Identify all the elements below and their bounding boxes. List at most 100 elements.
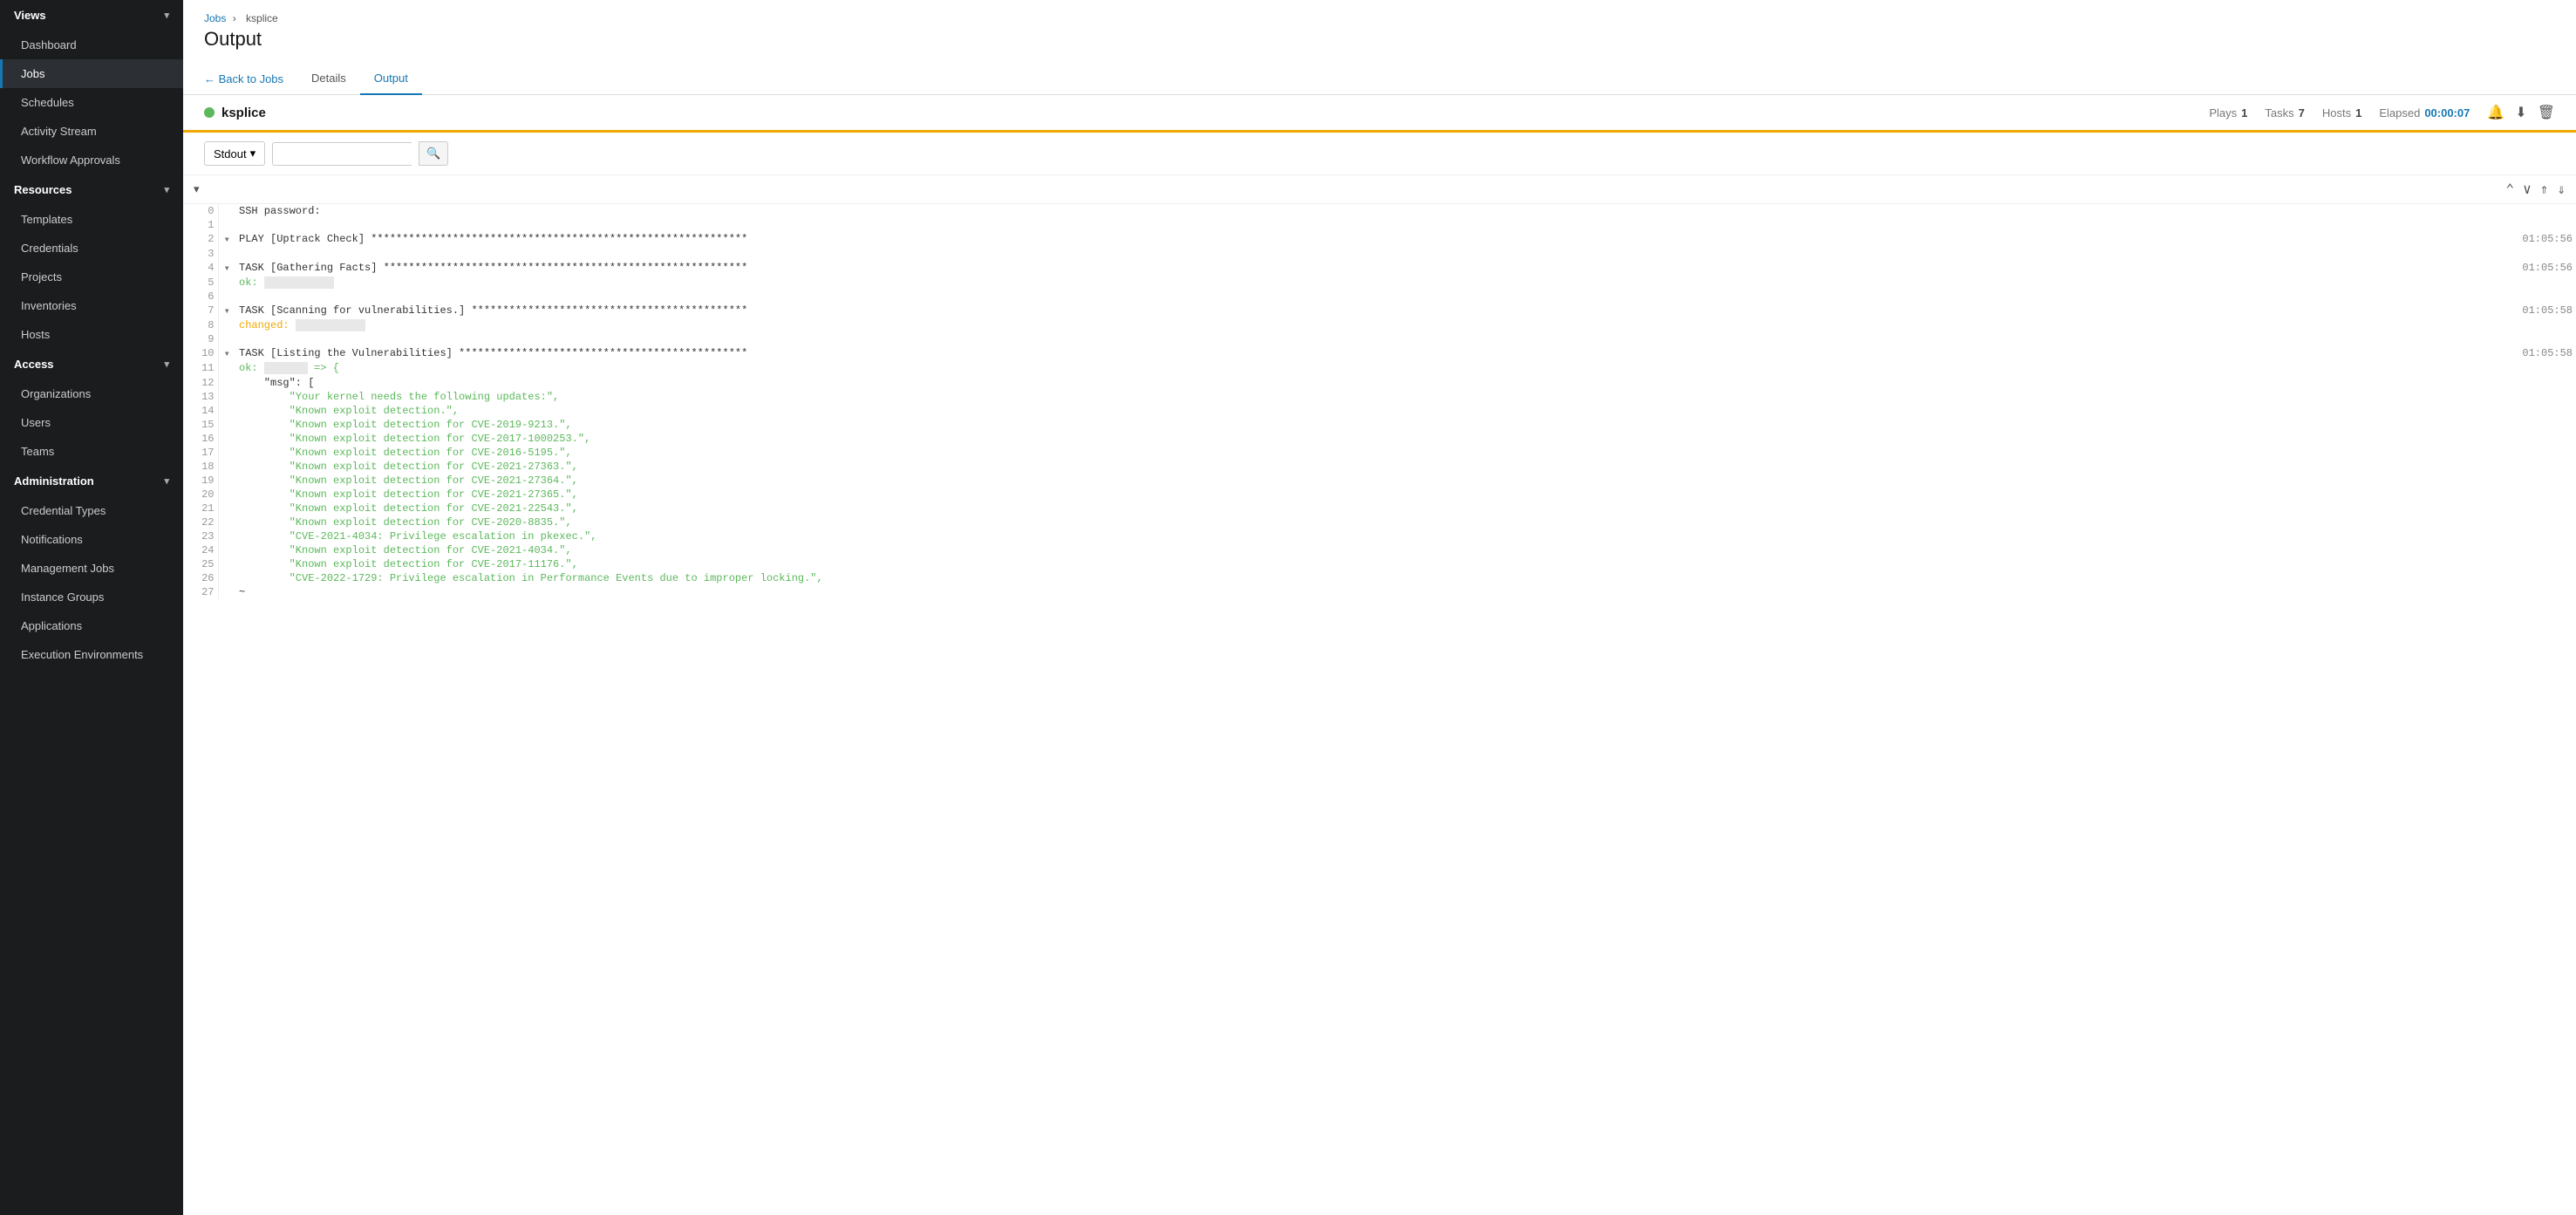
- sidebar-item-teams[interactable]: Teams: [0, 437, 183, 466]
- sidebar-item-projects[interactable]: Projects: [0, 263, 183, 291]
- log-line-toggle: [218, 276, 235, 290]
- log-line-content: [235, 218, 2357, 232]
- log-line-timestamp: [2357, 361, 2576, 375]
- log-line-row: 15 "Known exploit detection for CVE-2019…: [183, 418, 2576, 432]
- chevron-down-icon: ▾: [164, 184, 169, 195]
- sidebar-item-credential-types[interactable]: Credential Types: [0, 496, 183, 525]
- sidebar-item-jobs[interactable]: Jobs: [0, 59, 183, 88]
- trash-icon[interactable]: 🗑: [2538, 104, 2555, 121]
- job-plays-stat: Plays 1: [2209, 106, 2247, 119]
- sidebar-item-templates[interactable]: Templates: [0, 205, 183, 234]
- log-line-row: 24 "Known exploit detection for CVE-2021…: [183, 543, 2576, 557]
- scroll-page-down-icon[interactable]: ⇓: [2557, 181, 2566, 198]
- scroll-page-up-icon[interactable]: ⇑: [2540, 181, 2549, 198]
- log-line-row: 11ok: => {: [183, 361, 2576, 375]
- log-line-content: "Known exploit detection for CVE-2020-88…: [235, 515, 2357, 529]
- sidebar-views-items: Dashboard Jobs Schedules Activity Stream…: [0, 31, 183, 174]
- scroll-top-icon[interactable]: ⌃: [2505, 181, 2514, 198]
- sidebar-item-notifications[interactable]: Notifications: [0, 525, 183, 554]
- job-header: ksplice Plays 1 Tasks 7 Hosts 1 Elapsed …: [183, 95, 2576, 133]
- tab-details[interactable]: Details: [297, 63, 360, 95]
- log-line-toggle[interactable]: ▾: [218, 232, 235, 247]
- log-line-row: 8changed:: [183, 318, 2576, 332]
- log-line-toggle: [218, 418, 235, 432]
- log-line-content: [235, 290, 2357, 304]
- log-line-number: 10: [183, 346, 218, 361]
- log-line-number: 18: [183, 460, 218, 474]
- sidebar-item-credentials[interactable]: Credentials: [0, 234, 183, 263]
- log-line-toggle[interactable]: ▾: [218, 304, 235, 318]
- log-line-content: [235, 247, 2357, 261]
- log-line-toggle[interactable]: ▾: [218, 346, 235, 361]
- log-line-toggle: [218, 390, 235, 404]
- stdout-search-input[interactable]: [272, 142, 412, 166]
- log-line-timestamp: [2357, 276, 2576, 290]
- sidebar-item-instance-groups[interactable]: Instance Groups: [0, 583, 183, 611]
- sidebar-access-items: Organizations Users Teams: [0, 379, 183, 466]
- stdout-filter-select[interactable]: Stdout ▾: [204, 141, 265, 166]
- log-line-row: 13 "Your kernel needs the following upda…: [183, 390, 2576, 404]
- log-line-number: 17: [183, 446, 218, 460]
- sidebar-item-applications[interactable]: Applications: [0, 611, 183, 640]
- log-line-row: 6: [183, 290, 2576, 304]
- stdout-bar: Stdout ▾ 🔍: [183, 133, 2576, 175]
- log-line-timestamp: 01:05:56: [2357, 261, 2576, 276]
- sidebar-resources-header[interactable]: Resources ▾: [0, 174, 183, 205]
- log-line-content: "Known exploit detection for CVE-2017-11…: [235, 557, 2357, 571]
- stdout-search-button[interactable]: 🔍: [419, 141, 448, 166]
- log-line-row: 7▾TASK [Scanning for vulnerabilities.] *…: [183, 304, 2576, 318]
- log-line-number: 8: [183, 318, 218, 332]
- log-line-content: "Known exploit detection for CVE-2016-51…: [235, 446, 2357, 460]
- scroll-up-icon[interactable]: ∨: [2523, 181, 2532, 198]
- sidebar-item-management-jobs[interactable]: Management Jobs: [0, 554, 183, 583]
- sidebar-item-activity-stream[interactable]: Activity Stream: [0, 117, 183, 146]
- sidebar-item-organizations[interactable]: Organizations: [0, 379, 183, 408]
- hosts-value: 1: [2355, 106, 2361, 119]
- bell-icon[interactable]: 🔔: [2487, 104, 2504, 121]
- tab-output[interactable]: Output: [360, 63, 422, 95]
- log-line-toggle[interactable]: ▾: [218, 261, 235, 276]
- log-line-number: 0: [183, 204, 218, 218]
- back-to-jobs-link[interactable]: ← Back to Jobs: [204, 64, 297, 94]
- stdout-filter-label: Stdout: [214, 147, 247, 160]
- log-line-timestamp: [2357, 502, 2576, 515]
- elapsed-value: 00:00:07: [2424, 106, 2470, 119]
- log-container[interactable]: ▾ ⌃ ∨ ⇑ ⇓ 0SSH password:12▾PLAY [Uptrack…: [183, 175, 2576, 1215]
- log-line-content: "Your kernel needs the following updates…: [235, 390, 2357, 404]
- sidebar-item-users[interactable]: Users: [0, 408, 183, 437]
- main-content: Jobs › ksplice Output ← Back to Jobs Det…: [183, 0, 2576, 1215]
- log-line-row: 4▾TASK [Gathering Facts] ***************…: [183, 261, 2576, 276]
- sidebar-views-header[interactable]: Views ▾: [0, 0, 183, 31]
- sidebar-item-hosts[interactable]: Hosts: [0, 320, 183, 349]
- log-line-toggle: [218, 376, 235, 390]
- log-line-number: 16: [183, 432, 218, 446]
- log-line-content: PLAY [Uptrack Check] *******************…: [235, 232, 2357, 247]
- log-line-toggle: [218, 218, 235, 232]
- sidebar-item-execution-environments[interactable]: Execution Environments: [0, 640, 183, 669]
- breadcrumb-jobs-link[interactable]: Jobs: [204, 12, 226, 24]
- sidebar-item-workflow-approvals[interactable]: Workflow Approvals: [0, 146, 183, 174]
- log-line-number: 15: [183, 418, 218, 432]
- job-name: ksplice: [204, 106, 266, 120]
- log-line-content: TASK [Gathering Facts] *****************…: [235, 261, 2357, 276]
- collapse-all-button[interactable]: ▾: [194, 182, 200, 196]
- sidebar: Views ▾ Dashboard Jobs Schedules Activit…: [0, 0, 183, 1215]
- log-line-number: 13: [183, 390, 218, 404]
- sidebar-item-inventories[interactable]: Inventories: [0, 291, 183, 320]
- sidebar-administration-header[interactable]: Administration ▾: [0, 466, 183, 496]
- log-line-content: "Known exploit detection for CVE-2019-92…: [235, 418, 2357, 432]
- log-line-number: 4: [183, 261, 218, 276]
- log-line-number: 14: [183, 404, 218, 418]
- log-line-timestamp: [2357, 446, 2576, 460]
- download-icon[interactable]: ⬇: [2515, 104, 2526, 121]
- log-line-timestamp: [2357, 290, 2576, 304]
- log-line-row: 21 "Known exploit detection for CVE-2021…: [183, 502, 2576, 515]
- sidebar-item-schedules[interactable]: Schedules: [0, 88, 183, 117]
- log-line-toggle: [218, 585, 235, 599]
- sidebar-access-header[interactable]: Access ▾: [0, 349, 183, 379]
- sidebar-item-dashboard[interactable]: Dashboard: [0, 31, 183, 59]
- log-line-content: ok:: [235, 276, 2357, 290]
- log-line-content: TASK [Scanning for vulnerabilities.] ***…: [235, 304, 2357, 318]
- log-line-timestamp: [2357, 432, 2576, 446]
- log-line-content: "Known exploit detection for CVE-2021-27…: [235, 460, 2357, 474]
